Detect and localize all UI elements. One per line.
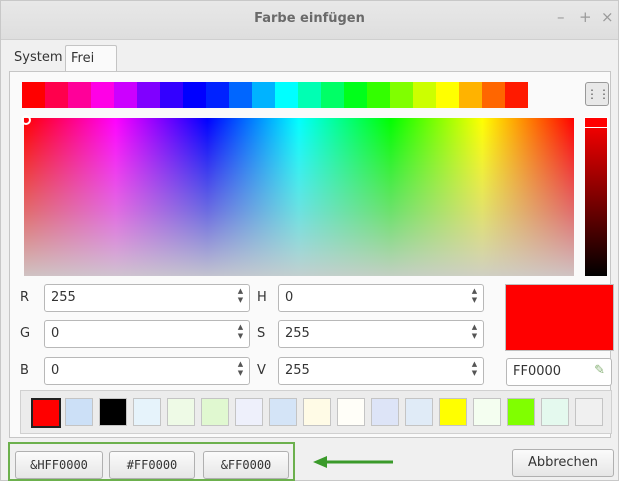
s-spinbox[interactable]: 255 ▲ ▼ — [278, 320, 484, 348]
hue-swatch[interactable] — [482, 82, 505, 108]
cancel-button[interactable]: Abbrechen — [512, 449, 614, 477]
hue-swatch[interactable] — [344, 82, 367, 108]
palette-swatch[interactable] — [541, 398, 569, 426]
hue-swatch[interactable] — [91, 82, 114, 108]
format-button-group: &HFF0000 #FF0000 &FF0000 — [8, 442, 295, 481]
hue-swatch[interactable] — [45, 82, 68, 108]
v-spinbox[interactable]: 255 ▲ ▼ — [278, 357, 484, 385]
g-spinbox[interactable]: 0 ▲ ▼ — [44, 320, 250, 348]
h-spinbox[interactable]: 0 ▲ ▼ — [278, 284, 484, 312]
hue-swatch[interactable] — [298, 82, 321, 108]
s-label: S — [257, 326, 266, 341]
tab-system[interactable]: System — [9, 45, 73, 71]
hue-swatch[interactable] — [183, 82, 206, 108]
insert-html-color-button[interactable]: #FF0000 — [109, 451, 195, 479]
palette-swatch[interactable] — [439, 398, 467, 426]
color-panel: ⋮⋮ R 255 ▲ ▼ G 0 ▲ ▼ B 0 ▲ ▼ H 0 ▲ ▼ S 255 ▲… — [9, 71, 614, 438]
b-label: B — [20, 363, 29, 378]
title-bar: Farbe einfügen – + × — [1, 1, 618, 40]
hue-swatch[interactable] — [206, 82, 229, 108]
b-value: 0 — [51, 363, 60, 378]
palette-swatch[interactable] — [133, 398, 161, 426]
hue-swatch[interactable] — [114, 82, 137, 108]
hue-swatch[interactable] — [436, 82, 459, 108]
spin-arrows-icon[interactable]: ▲ ▼ — [470, 287, 479, 307]
value-slider-handle[interactable] — [584, 117, 608, 128]
s-value: 255 — [285, 326, 310, 341]
palette-swatch[interactable] — [337, 398, 365, 426]
window-title: Farbe einfügen — [254, 11, 365, 26]
color-dialog: Farbe einfügen – + × System Frei ⋮⋮ R 25… — [0, 0, 619, 481]
palette-swatch[interactable] — [405, 398, 433, 426]
palette-swatch[interactable] — [575, 398, 603, 426]
g-label: G — [20, 326, 31, 341]
spin-arrows-icon[interactable]: ▲ ▼ — [470, 323, 479, 343]
palette-swatch[interactable] — [269, 398, 297, 426]
hex-input[interactable]: FF0000 ✎ — [506, 358, 612, 386]
hue-swatch[interactable] — [275, 82, 298, 108]
palette-swatch[interactable] — [303, 398, 331, 426]
hue-swatch-strip[interactable] — [22, 82, 528, 108]
h-label: H — [257, 290, 267, 305]
palette-swatch[interactable] — [201, 398, 229, 426]
spectrum-marker[interactable] — [21, 115, 31, 125]
b-spinbox[interactable]: 0 ▲ ▼ — [44, 357, 250, 385]
v-label: V — [257, 363, 266, 378]
hue-swatch[interactable] — [505, 82, 528, 108]
hue-swatch[interactable] — [22, 82, 45, 108]
v-value: 255 — [285, 363, 310, 378]
hue-swatch[interactable] — [459, 82, 482, 108]
hue-swatch[interactable] — [229, 82, 252, 108]
color-preview — [505, 284, 614, 351]
insert-vb-color-button[interactable]: &HFF0000 — [15, 451, 103, 479]
color-spectrum[interactable] — [24, 118, 574, 276]
tab-frei[interactable]: Frei — [65, 45, 117, 72]
spin-arrows-icon[interactable]: ▲ ▼ — [236, 360, 245, 380]
palette-swatch[interactable] — [235, 398, 263, 426]
hex-value: FF0000 — [513, 364, 562, 379]
close-icon[interactable]: × — [601, 9, 614, 25]
spin-arrows-icon[interactable]: ▲ ▼ — [470, 360, 479, 380]
spin-arrows-icon[interactable]: ▲ ▼ — [236, 287, 245, 307]
maximize-icon[interactable]: + — [579, 9, 592, 25]
palette-swatch[interactable] — [507, 398, 535, 426]
g-value: 0 — [51, 326, 60, 341]
r-label: R — [20, 290, 30, 305]
arrow-left-icon — [313, 456, 393, 468]
eyedropper-icon[interactable]: ✎ — [594, 363, 605, 378]
hue-swatch[interactable] — [413, 82, 436, 108]
hue-swatch[interactable] — [390, 82, 413, 108]
spin-arrows-icon[interactable]: ▲ ▼ — [236, 323, 245, 343]
grid-icon[interactable]: ⋮⋮ — [585, 82, 610, 106]
hue-swatch[interactable] — [160, 82, 183, 108]
palette-swatch[interactable] — [65, 398, 93, 426]
palette-swatch[interactable] — [473, 398, 501, 426]
saved-colors-palette — [20, 390, 612, 434]
hue-swatch[interactable] — [252, 82, 275, 108]
hue-swatch[interactable] — [367, 82, 390, 108]
value-slider[interactable] — [585, 118, 607, 276]
r-spinbox[interactable]: 255 ▲ ▼ — [44, 284, 250, 312]
palette-swatch[interactable] — [371, 398, 399, 426]
palette-swatch[interactable] — [31, 398, 61, 428]
hue-swatch[interactable] — [68, 82, 91, 108]
hue-swatch[interactable] — [137, 82, 160, 108]
palette-swatch[interactable] — [99, 398, 127, 426]
r-value: 255 — [51, 290, 76, 305]
hue-swatch[interactable] — [321, 82, 344, 108]
insert-hex-color-button[interactable]: &FF0000 — [203, 451, 289, 479]
minimize-icon[interactable]: – — [557, 9, 565, 25]
palette-swatch[interactable] — [167, 398, 195, 426]
h-value: 0 — [285, 290, 294, 305]
